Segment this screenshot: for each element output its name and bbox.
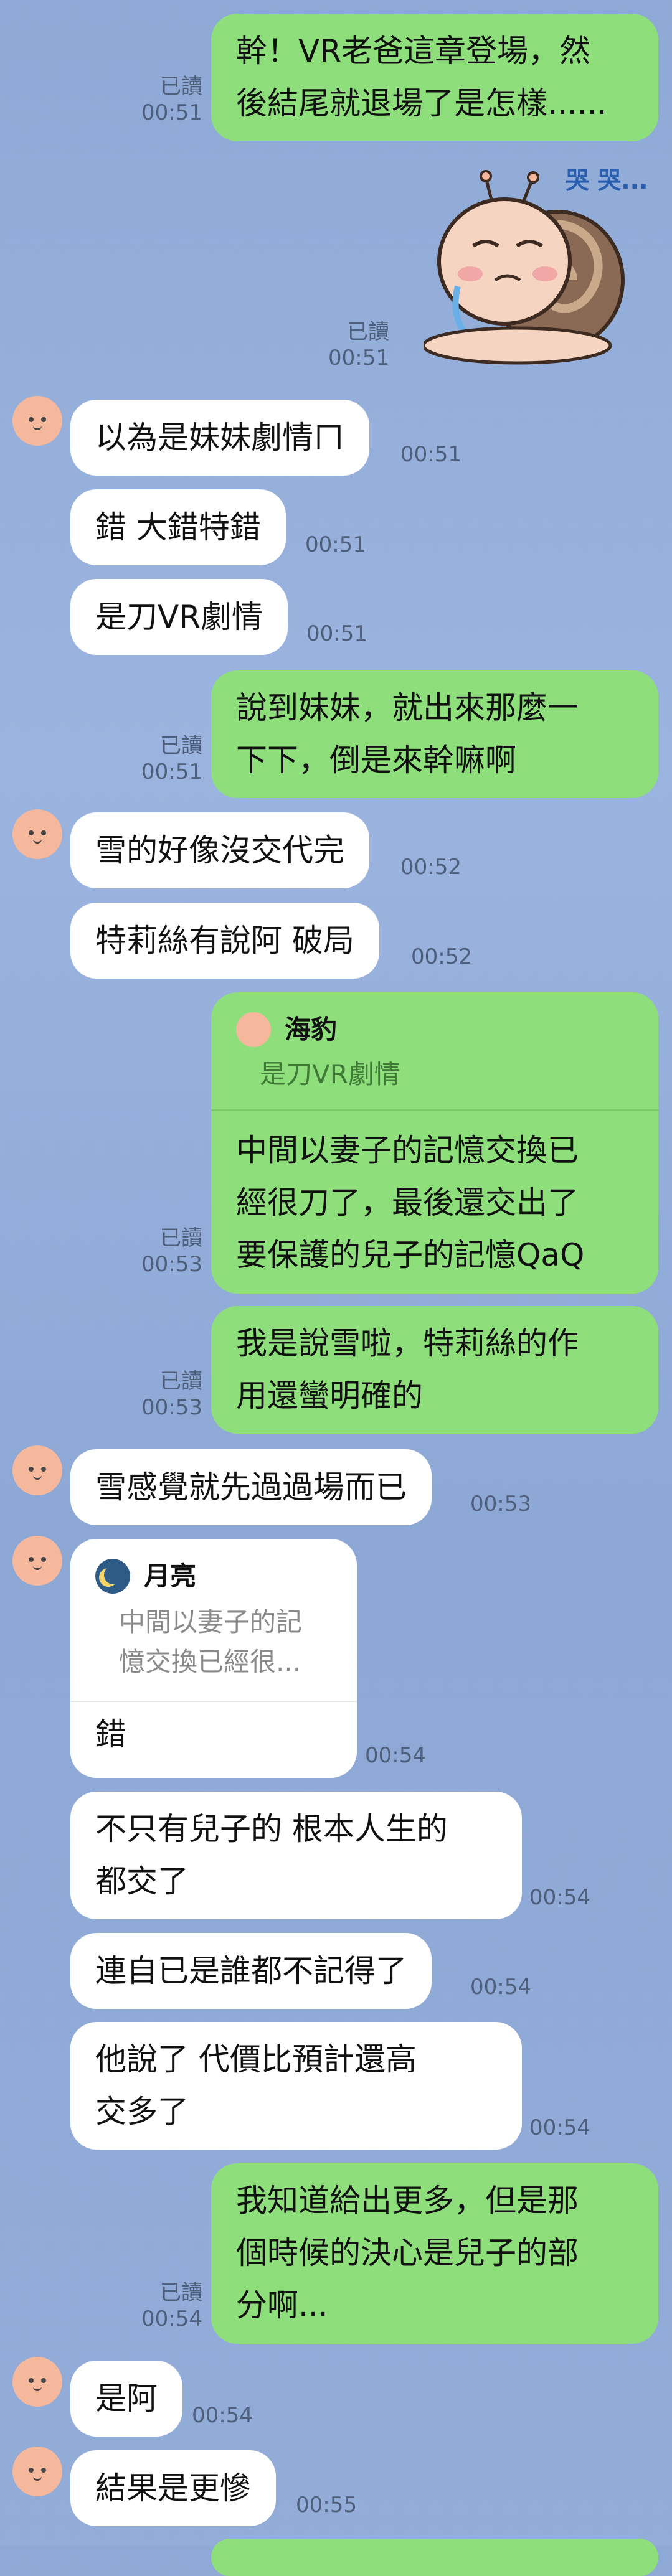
divider: [211, 1109, 658, 1111]
message-bubble-incoming[interactable]: 雪感覺就先過過場而已: [70, 1449, 432, 1525]
contact-avatar[interactable]: [12, 2447, 62, 2496]
chat-room[interactable]: 已讀 00:51 幹！VR老爸這章登場，然 後結尾就退場了是怎樣...... 哭 哭…: [0, 0, 672, 2576]
message-bubble-incoming[interactable]: 是刀VR劇情: [70, 579, 288, 655]
message-time: 00:52: [400, 855, 461, 880]
quoted-message[interactable]: 月亮: [95, 1550, 332, 1602]
svg-text:哭 哭...: 哭 哭...: [566, 167, 648, 194]
quoted-avatar: [236, 1012, 271, 1047]
contact-avatar[interactable]: [12, 1536, 62, 1586]
read-status: 已讀 00:53: [141, 1369, 202, 1420]
quoted-text: 中間以妻子的記 憶交換已經很...: [119, 1607, 303, 1677]
message-bubble-incoming[interactable]: 他說了 代價比預計還高 交多了: [70, 2022, 522, 2150]
crying-snail-sticker[interactable]: 哭 哭...: [422, 165, 648, 370]
message-time: 00:54: [192, 2403, 253, 2428]
read-status: 已讀 00:51: [141, 733, 202, 784]
message-bubble-incoming[interactable]: 結果是更慘: [70, 2450, 276, 2526]
message-time: 00:51: [400, 442, 461, 467]
message-bubble-outgoing-partial[interactable]: [211, 2539, 658, 2576]
divider: [70, 1701, 357, 1702]
message-bubble-incoming[interactable]: 錯 大錯特錯: [70, 489, 286, 565]
message-time: 00:54: [529, 2115, 590, 2140]
reply-message-bubble-incoming[interactable]: 月亮 中間以妻子的記 憶交換已經很... 錯: [70, 1539, 357, 1778]
message-bubble-incoming[interactable]: 特莉絲有說阿 破局: [70, 903, 379, 979]
message-bubble-outgoing[interactable]: 我是說雪啦，特莉絲的作 用還蠻明確的: [211, 1306, 658, 1434]
message-bubble-outgoing[interactable]: 說到妹妹，就出來那麼一 下下，倒是來幹嘛啊: [211, 670, 658, 798]
message-bubble-outgoing[interactable]: 幹！VR老爸這章登場，然 後結尾就退場了是怎樣......: [211, 14, 658, 141]
message-time: 00:54: [365, 1743, 426, 1768]
message-bubble-incoming[interactable]: 以為是妹妹劇情ㄇ: [70, 400, 369, 476]
quoted-sender-name: 月亮: [144, 1561, 197, 1591]
message-bubble-incoming[interactable]: 連自已是誰都不記得了: [70, 1933, 432, 2009]
message-bubble-outgoing[interactable]: 我知道給出更多，但是那 個時候的決心是兒子的部 分啊...: [211, 2163, 658, 2344]
moon-icon: [95, 1559, 130, 1594]
message-time: 00:55: [296, 2493, 357, 2517]
contact-avatar[interactable]: [12, 2357, 62, 2407]
read-status: 已讀 00:51: [141, 74, 202, 125]
message-time: 00:54: [470, 1975, 531, 2000]
read-status: 已讀 00:53: [141, 1226, 202, 1277]
quoted-message[interactable]: 海豹: [236, 1004, 633, 1056]
message-time: 00:52: [411, 944, 472, 969]
read-status: 已讀 00:51: [328, 319, 389, 370]
message-time: 00:54: [529, 1885, 590, 1910]
message-time: 00:51: [305, 532, 366, 557]
message-time: 00:53: [470, 1492, 531, 1516]
contact-avatar[interactable]: [12, 396, 62, 446]
message-time: 00:51: [306, 621, 367, 646]
contact-avatar[interactable]: [12, 1445, 62, 1495]
read-status: 已讀 00:54: [141, 2280, 202, 2331]
contact-avatar[interactable]: [12, 809, 62, 859]
reply-message-bubble-outgoing[interactable]: 海豹 是刀VR劇情 中間以妻子的記憶交換已 經很刀了，最後還交出了 要保護的兒子的記…: [211, 992, 658, 1294]
quoted-text: 是刀VR劇情: [260, 1059, 400, 1089]
message-bubble-incoming[interactable]: 雪的好像沒交代完: [70, 812, 369, 888]
message-bubble-incoming[interactable]: 是阿: [70, 2361, 182, 2437]
message-bubble-incoming[interactable]: 不只有兒子的 根本人生的 都交了: [70, 1792, 522, 1919]
quoted-sender-name: 海豹: [285, 1014, 338, 1045]
